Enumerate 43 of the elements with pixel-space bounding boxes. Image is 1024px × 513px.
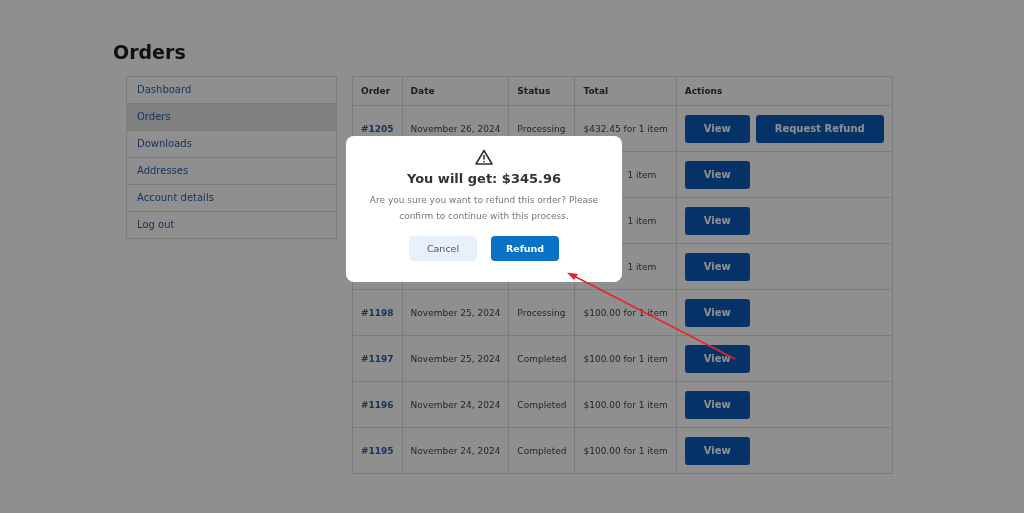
view-button[interactable]: View [684,206,750,235]
column-header: Actions [676,76,893,106]
order-link[interactable]: #1197 [361,353,394,364]
column-header: Status [508,76,575,106]
refund-button[interactable]: Refund [491,236,559,261]
date-text: November 26, 2024 [410,123,501,134]
view-button[interactable]: View [684,160,750,189]
status-text: Completed [517,399,567,410]
date-text: November 25, 2024 [410,353,501,364]
date-text: November 25, 2024 [410,307,501,318]
column-header: Order [352,76,403,106]
menu-item[interactable]: Orders [127,103,336,130]
view-button[interactable]: View [684,252,750,281]
cancel-button[interactable]: Cancel [409,236,477,261]
total-text: $100.00 for 1 item [583,445,668,456]
date-text: November 24, 2024 [410,399,501,410]
dialog-message: Are you sure you want to refund this order? Please confirm to continue with this process. [368,194,600,223]
view-button[interactable]: View [684,436,750,465]
order-link[interactable]: #1205 [361,123,394,134]
status-text: Processing [517,307,566,318]
column-header: Date [402,76,509,106]
page-title: Orders [113,41,187,63]
order-link[interactable]: #1196 [361,399,394,410]
view-button[interactable]: View [684,344,750,373]
total-text: 1 item [627,215,657,226]
dialog-title: You will get: $345.96 [406,171,562,186]
status-text: Processing [517,123,566,134]
order-link[interactable]: #1195 [361,445,394,456]
view-button[interactable]: View [684,390,750,419]
refund-request-button[interactable]: Request Refund [755,114,884,143]
date-text: November 24, 2024 [410,445,501,456]
total-text: $100.00 for 1 item [583,353,668,364]
status-text: Completed [517,445,567,456]
column-header: Total [574,76,677,106]
total-text: 1 item [627,169,657,180]
view-button[interactable]: View [684,114,750,143]
total-text: 1 item [627,261,657,272]
order-link[interactable]: #1198 [361,307,394,318]
status-text: Completed [517,353,567,364]
total-text: $100.00 for 1 item [583,399,668,410]
warning-icon [475,149,493,165]
view-button[interactable]: View [684,298,750,327]
total-text: $432.45 for 1 item [583,123,668,134]
